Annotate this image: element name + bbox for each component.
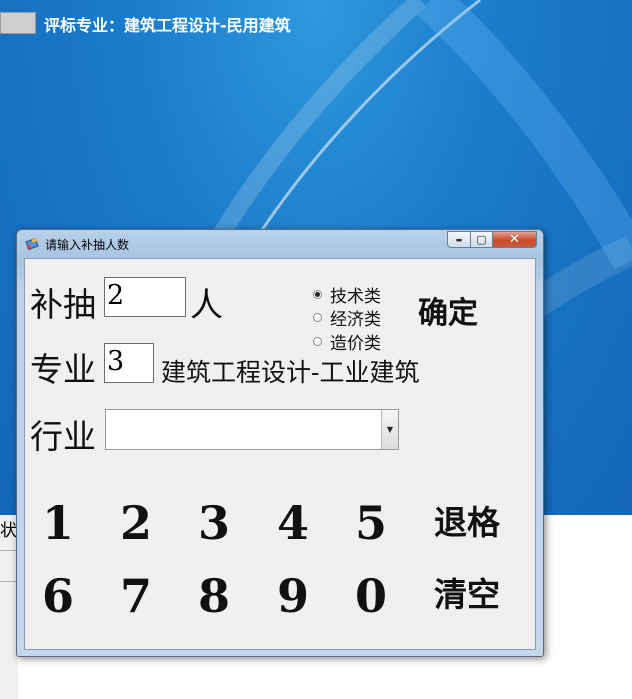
industry-label: 行业 [30, 417, 96, 456]
radio-unselected-icon [313, 337, 322, 346]
backspace-button[interactable]: 退格 [434, 506, 500, 539]
category-cost-label: 造价类 [330, 334, 381, 354]
major-label: 专业 [30, 350, 96, 389]
maximize-button[interactable]: ▢ [471, 231, 493, 248]
radio-selected-icon [313, 290, 322, 299]
key-3[interactable]: 3 [198, 500, 230, 546]
key-9[interactable]: 9 [277, 573, 309, 619]
key-6[interactable]: 6 [42, 573, 74, 619]
radio-unselected-icon [313, 313, 322, 322]
background-text-fragment: 状 [0, 521, 17, 541]
close-icon: ✕ [509, 232, 520, 247]
category-cost-radio[interactable]: 造价类 [313, 329, 381, 354]
key-5[interactable]: 5 [355, 500, 387, 546]
confirm-button[interactable]: 确定 [418, 288, 478, 332]
close-button[interactable]: ✕ [493, 231, 537, 248]
key-4[interactable]: 4 [277, 500, 309, 546]
key-0[interactable]: 0 [355, 573, 387, 619]
category-econ-radio[interactable]: 经济类 [313, 305, 381, 330]
major-code-input[interactable]: 3 [104, 343, 154, 383]
industry-select[interactable]: ▼ [105, 409, 399, 450]
category-tech-label: 技术类 [330, 287, 381, 307]
major-name: 建筑工程设计-工业建筑 [161, 358, 420, 387]
dialog-title: 请输入补抽人数 [45, 238, 130, 252]
person-unit-label: 人 [190, 285, 223, 324]
clear-button[interactable]: 清空 [434, 578, 500, 611]
supplement-count-input[interactable]: 2 [104, 277, 186, 317]
key-2[interactable]: 2 [120, 500, 152, 546]
minimize-button[interactable]: ▬ [447, 231, 471, 248]
category-econ-label: 经济类 [330, 310, 381, 330]
chevron-down-icon[interactable]: ▼ [381, 410, 398, 449]
key-8[interactable]: 8 [198, 573, 230, 619]
key-7[interactable]: 7 [120, 573, 152, 619]
supplement-label: 补抽 [30, 285, 96, 324]
maximize-icon: ▢ [476, 233, 487, 246]
top-left-box [0, 12, 36, 34]
minimize-icon: ▬ [455, 235, 463, 244]
key-1[interactable]: 1 [42, 500, 74, 546]
window-controls: ▬ ▢ ✕ [447, 231, 537, 249]
category-tech-radio[interactable]: 技术类 [313, 282, 381, 307]
evaluation-major-title: 评标专业：建筑工程设计-民用建筑 [44, 16, 291, 35]
app-icon [25, 237, 39, 251]
